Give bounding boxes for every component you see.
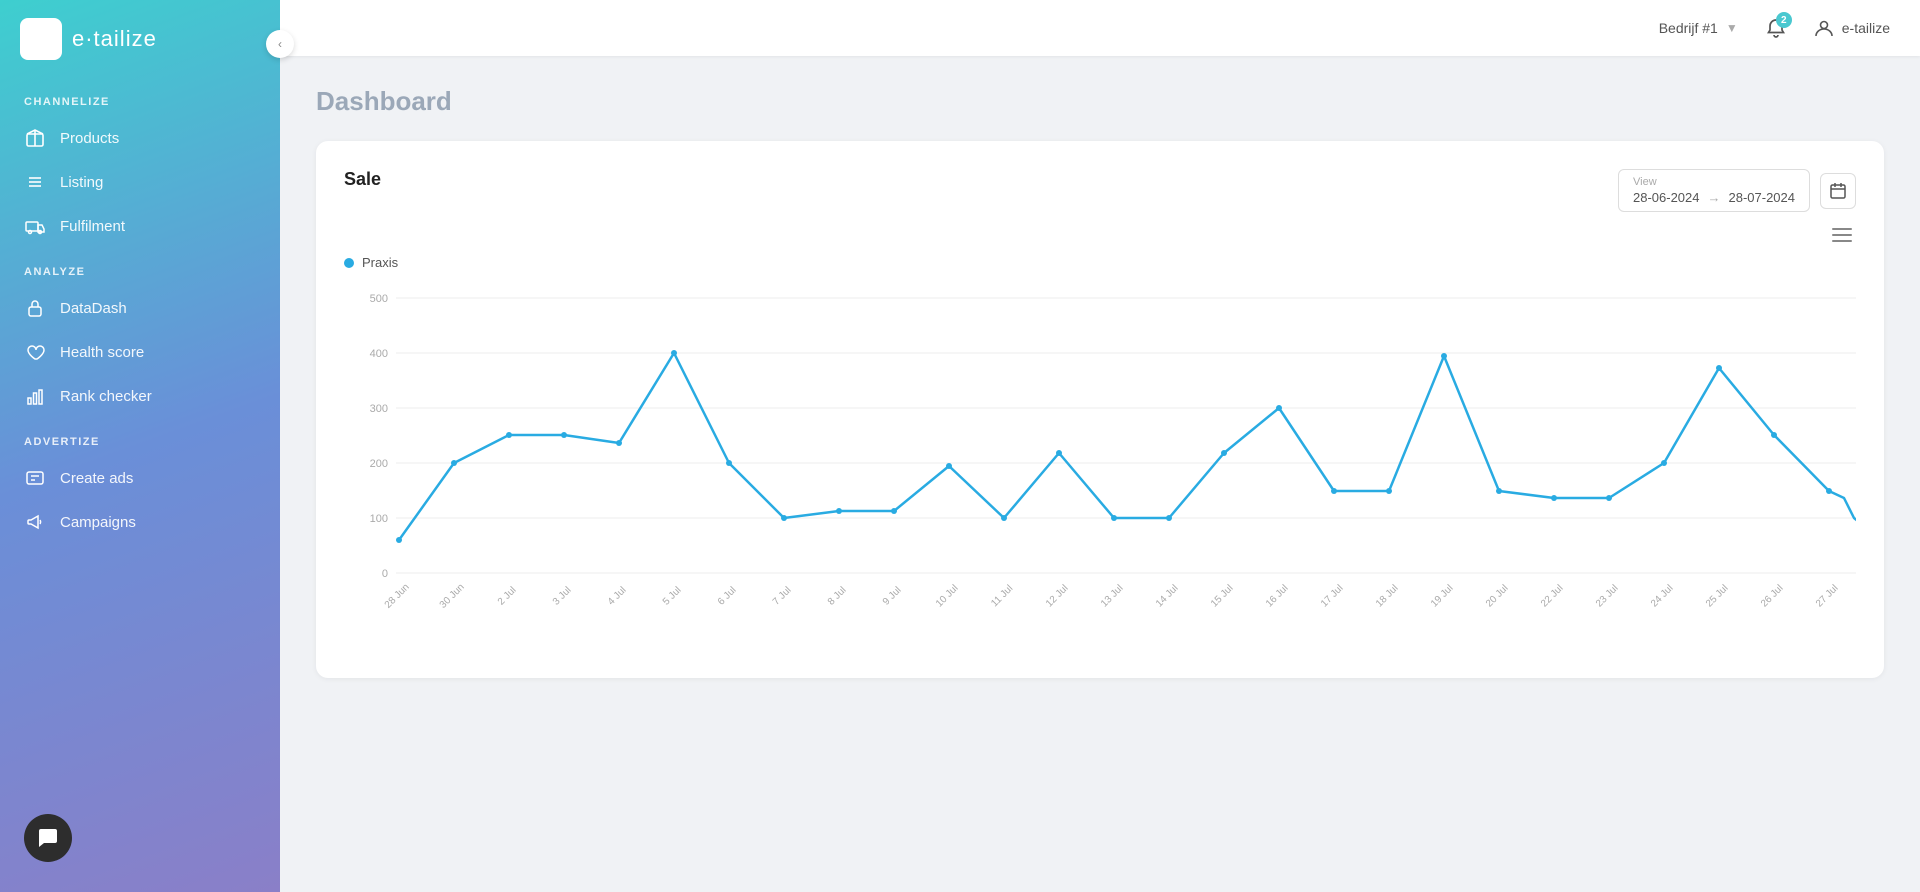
notification-badge: 2 bbox=[1776, 12, 1792, 28]
sidebar-item-health-score[interactable]: Health score bbox=[0, 330, 280, 374]
svg-text:5 Jul: 5 Jul bbox=[661, 585, 684, 608]
ad-icon bbox=[24, 467, 46, 489]
sidebar-item-products-label: Products bbox=[60, 130, 119, 147]
sidebar-item-rank-checker-label: Rank checker bbox=[60, 388, 152, 405]
svg-text:19 Jul: 19 Jul bbox=[1429, 583, 1456, 610]
chart-menu-button[interactable] bbox=[1828, 222, 1856, 251]
legend-label: Praxis bbox=[362, 255, 398, 270]
svg-text:300: 300 bbox=[370, 403, 388, 415]
sidebar-item-fulfilment-label: Fulfilment bbox=[60, 218, 125, 235]
svg-text:20 Jul: 20 Jul bbox=[1484, 583, 1511, 610]
svg-text:400: 400 bbox=[370, 348, 388, 360]
svg-text:3 Jul: 3 Jul bbox=[551, 585, 574, 608]
bar-chart-icon bbox=[24, 385, 46, 407]
dropdown-arrow-icon: ▼ bbox=[1726, 21, 1738, 35]
section-advertize-label: ADVERTIZE bbox=[0, 418, 280, 456]
sidebar-item-listing-label: Listing bbox=[60, 174, 103, 191]
logo-text: e·tailize bbox=[72, 26, 157, 52]
svg-text:200: 200 bbox=[370, 458, 388, 470]
line-chart: 500 400 300 200 100 0 bbox=[344, 278, 1856, 658]
chart-header: Sale View 28-06-2024 → 28-07-2024 bbox=[344, 169, 1856, 212]
svg-text:15 Jul: 15 Jul bbox=[1209, 583, 1236, 610]
page-title: Dashboard bbox=[316, 86, 1884, 117]
collapse-button[interactable]: ‹ bbox=[266, 30, 294, 58]
svg-text:24 Jul: 24 Jul bbox=[1649, 583, 1676, 610]
svg-text:12 Jul: 12 Jul bbox=[1044, 583, 1071, 610]
svg-text:500: 500 bbox=[370, 293, 388, 305]
chart-legend: Praxis bbox=[344, 255, 1856, 270]
date-range-control: View 28-06-2024 → 28-07-2024 bbox=[1618, 169, 1856, 212]
box-icon bbox=[24, 127, 46, 149]
lock-icon bbox=[24, 297, 46, 319]
user-menu[interactable]: e-tailize bbox=[1814, 18, 1890, 38]
topbar: Bedrijf #1 ▼ 2 e-tailize bbox=[280, 0, 1920, 56]
svg-text:14 Jul: 14 Jul bbox=[1154, 583, 1181, 610]
sidebar-item-campaigns-label: Campaigns bbox=[60, 514, 136, 531]
svg-text:0: 0 bbox=[382, 568, 388, 580]
calendar-button[interactable] bbox=[1820, 173, 1856, 209]
svg-text:27 Jul: 27 Jul bbox=[1814, 583, 1841, 610]
svg-text:23 Jul: 23 Jul bbox=[1594, 583, 1621, 610]
svg-text:10 Jul: 10 Jul bbox=[934, 583, 961, 610]
company-name: Bedrijf #1 bbox=[1659, 20, 1718, 36]
logo-icon bbox=[20, 18, 62, 60]
svg-text:16 Jul: 16 Jul bbox=[1264, 583, 1291, 610]
svg-text:26 Jul: 26 Jul bbox=[1759, 583, 1786, 610]
svg-text:11 Jul: 11 Jul bbox=[989, 583, 1015, 609]
chevron-left-icon: ‹ bbox=[278, 37, 282, 51]
date-to: 28-07-2024 bbox=[1729, 190, 1796, 205]
svg-text:28 Jun: 28 Jun bbox=[383, 582, 412, 611]
section-channelize-label: CHANNELIZE bbox=[0, 78, 280, 116]
campaign-icon bbox=[24, 511, 46, 533]
svg-text:9 Jul: 9 Jul bbox=[881, 585, 904, 608]
svg-text:100: 100 bbox=[370, 513, 388, 525]
logo-area: e·tailize bbox=[0, 0, 280, 78]
svg-text:7 Jul: 7 Jul bbox=[771, 585, 794, 608]
sidebar-item-datadash[interactable]: DataDash bbox=[0, 286, 280, 330]
chat-bubble-button[interactable] bbox=[24, 814, 72, 862]
section-analyze-label: ANALYZE bbox=[0, 248, 280, 286]
svg-text:2 Jul: 2 Jul bbox=[496, 585, 519, 608]
company-selector[interactable]: Bedrijf #1 ▼ bbox=[1659, 20, 1738, 36]
legend-dot bbox=[344, 258, 354, 268]
sidebar-item-rank-checker[interactable]: Rank checker bbox=[0, 374, 280, 418]
svg-text:4 Jul: 4 Jul bbox=[606, 585, 629, 608]
sidebar-item-campaigns[interactable]: Campaigns bbox=[0, 500, 280, 544]
date-range-box[interactable]: View 28-06-2024 → 28-07-2024 bbox=[1618, 169, 1810, 212]
svg-text:17 Jul: 17 Jul bbox=[1319, 583, 1346, 610]
sidebar-item-listing[interactable]: Listing bbox=[0, 160, 280, 204]
view-label: View bbox=[1633, 176, 1795, 188]
sidebar-item-health-score-label: Health score bbox=[60, 344, 144, 361]
main-content: Bedrijf #1 ▼ 2 e-tailize Dashboard Sale bbox=[280, 0, 1920, 892]
sidebar-item-products[interactable]: Products bbox=[0, 116, 280, 160]
sidebar-item-create-ads-label: Create ads bbox=[60, 470, 133, 487]
truck-icon bbox=[24, 215, 46, 237]
svg-text:6 Jul: 6 Jul bbox=[716, 585, 739, 608]
sidebar-item-datadash-label: DataDash bbox=[60, 300, 127, 317]
svg-text:8 Jul: 8 Jul bbox=[826, 585, 849, 608]
content-area: Dashboard Sale View 28-06-2024 → 28-07-2… bbox=[280, 56, 1920, 892]
svg-text:30 Jun: 30 Jun bbox=[438, 582, 467, 611]
chart-container: 500 400 300 200 100 0 bbox=[344, 278, 1856, 658]
date-from: 28-06-2024 bbox=[1633, 190, 1700, 205]
notifications-button[interactable]: 2 bbox=[1758, 10, 1794, 46]
chart-title: Sale bbox=[344, 169, 381, 190]
sidebar-item-fulfilment[interactable]: Fulfilment bbox=[0, 204, 280, 248]
svg-text:22 Jul: 22 Jul bbox=[1539, 583, 1566, 610]
list-icon bbox=[24, 171, 46, 193]
svg-text:25 Jul: 25 Jul bbox=[1704, 583, 1731, 610]
sidebar-item-create-ads[interactable]: Create ads bbox=[0, 456, 280, 500]
arrow-right-icon: → bbox=[1708, 190, 1721, 205]
user-name: e-tailize bbox=[1842, 20, 1890, 36]
sidebar: e·tailize ‹ CHANNELIZE Products Listing bbox=[0, 0, 280, 892]
chart-card: Sale View 28-06-2024 → 28-07-2024 bbox=[316, 141, 1884, 678]
heart-icon bbox=[24, 341, 46, 363]
svg-text:18 Jul: 18 Jul bbox=[1374, 583, 1401, 610]
svg-text:13 Jul: 13 Jul bbox=[1099, 583, 1126, 610]
